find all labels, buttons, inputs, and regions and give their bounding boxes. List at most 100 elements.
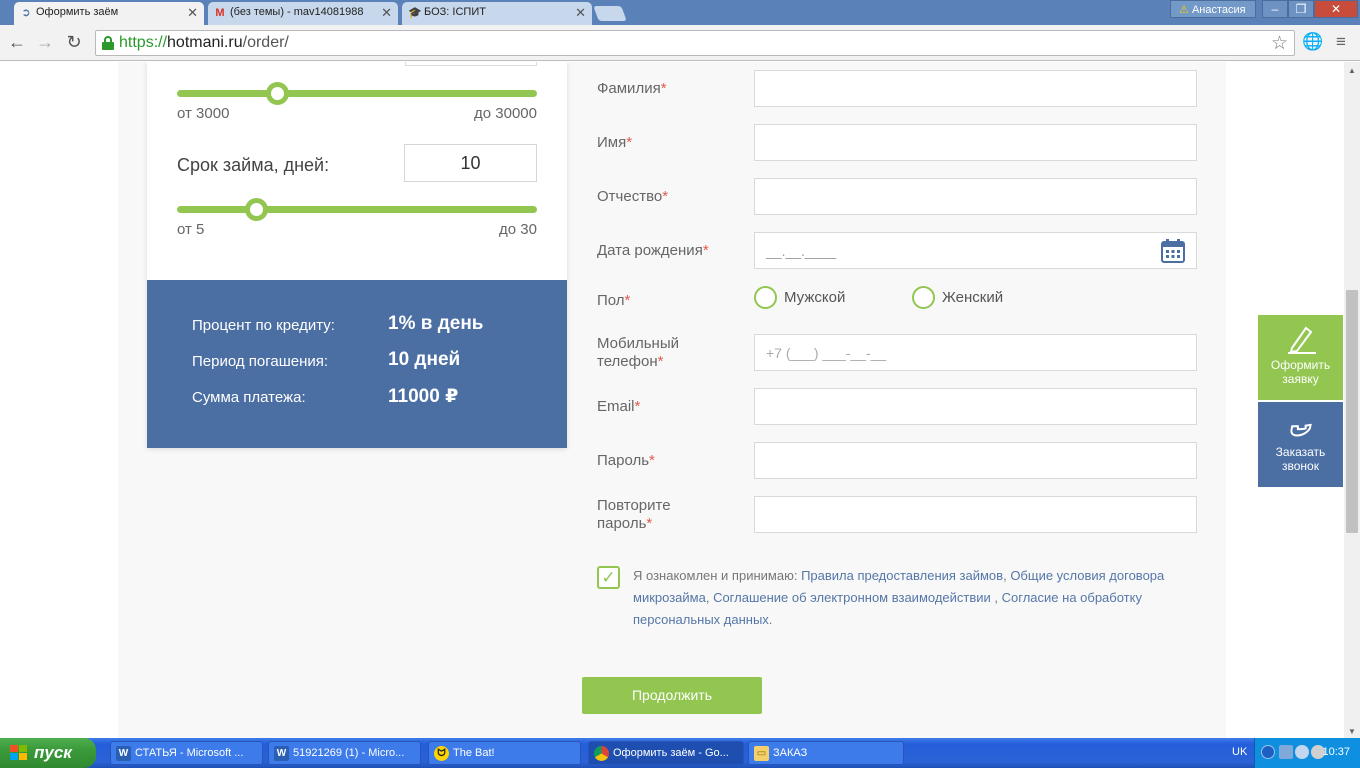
- phone-input[interactable]: +7 (___) ___-__-__: [754, 334, 1197, 371]
- surname-input[interactable]: [754, 70, 1197, 107]
- loan-summary: Процент по кредиту: 1% в день Период пог…: [147, 280, 567, 448]
- callback-button[interactable]: Заказать звонок: [1258, 402, 1343, 487]
- reload-button[interactable]: ↻: [63, 31, 85, 53]
- term-min-label: от 5: [177, 221, 205, 238]
- e-agreement-link[interactable]: Соглашение об электронном взаимодействии: [713, 590, 991, 605]
- interest-label: Процент по кредиту:: [192, 317, 335, 334]
- email-label: Email*: [597, 398, 641, 415]
- payment-label: Сумма платежа:: [192, 389, 306, 406]
- close-icon[interactable]: ✕: [187, 5, 198, 21]
- tab-gmail[interactable]: M (без темы) - mav14081988 ✕: [208, 2, 398, 25]
- start-label: пуск: [34, 743, 72, 762]
- term-slider[interactable]: [177, 198, 537, 221]
- task-chrome[interactable]: Оформить заём - Go...: [588, 741, 744, 765]
- close-icon[interactable]: ✕: [575, 5, 586, 21]
- gender-male-radio[interactable]: [754, 286, 777, 309]
- name-input[interactable]: [754, 124, 1197, 161]
- tab-exam[interactable]: 🎓 БОЗ: ІСПИТ ✕: [402, 2, 592, 25]
- gender-female-radio[interactable]: [912, 286, 935, 309]
- back-button[interactable]: ←: [6, 31, 28, 53]
- scroll-down-icon[interactable]: ▼: [1348, 727, 1356, 736]
- new-tab-button[interactable]: [593, 6, 627, 21]
- password-input[interactable]: [754, 442, 1197, 479]
- name-label: Имя*: [597, 134, 633, 151]
- email-input[interactable]: [754, 388, 1197, 425]
- term-label: Срок займа, дней:: [177, 155, 330, 175]
- apply-label-1: Оформить: [1270, 358, 1331, 372]
- window-close-button[interactable]: ✕: [1314, 0, 1358, 18]
- page-scrollbar[interactable]: ▲ ▼: [1344, 62, 1360, 738]
- warning-icon: ⚠: [1179, 4, 1189, 16]
- chrome-icon: [594, 746, 609, 761]
- birthdate-label: Дата рождения*: [597, 242, 709, 259]
- period-value: 10 дней: [388, 349, 461, 370]
- tab-order[interactable]: ➲ Оформить заём ✕: [14, 2, 204, 26]
- site-favicon-icon: ➲: [21, 7, 31, 19]
- phone-label: Мобильный телефон*: [597, 335, 679, 370]
- system-tray: 10:37: [1254, 738, 1360, 768]
- phone-placeholder: +7 (___) ___-__-__: [766, 345, 887, 361]
- bookmark-star-icon[interactable]: ☆: [1271, 32, 1288, 55]
- gender-male-label[interactable]: Мужской: [784, 289, 845, 306]
- lock-icon: [102, 36, 114, 50]
- amount-min-label: от 3000: [177, 105, 230, 122]
- password-label: Пароль*: [597, 452, 655, 469]
- tab-title: Оформить заём: [36, 6, 119, 18]
- amount-max-label: до 30000: [474, 105, 537, 122]
- page-viewport: от 3000 до 30000 Срок займа, дней: 10 от…: [0, 62, 1344, 738]
- agreement-text: Я ознакомлен и принимаю: Правила предост…: [633, 568, 1165, 627]
- start-button[interactable]: пуск: [0, 738, 96, 768]
- amount-input[interactable]: [405, 62, 537, 66]
- callback-label-2: звонок: [1282, 459, 1319, 473]
- rules-link[interactable]: Правила предоставления займов: [801, 568, 1003, 583]
- term-max-label: до 30: [499, 221, 537, 238]
- patronymic-label: Отчество*: [597, 188, 669, 205]
- browser-tabbar: ➲ Оформить заём ✕ M (без темы) - mav1408…: [0, 0, 1360, 26]
- bat-icon: ᗢ: [434, 746, 449, 761]
- period-label: Период погашения:: [192, 353, 329, 370]
- phone-icon: [1289, 423, 1312, 437]
- address-bar[interactable]: https://hotmani.ru/order/ ☆: [95, 30, 1295, 56]
- word-icon: W: [274, 746, 289, 761]
- agreement-checkbox[interactable]: ✓: [597, 566, 620, 589]
- gender-female-label[interactable]: Женский: [942, 289, 1003, 306]
- task-word-1[interactable]: W СТАТЬЯ - Microsoft ...: [110, 741, 263, 765]
- calendar-icon[interactable]: [1160, 238, 1186, 264]
- tab-title: (без темы) - mav14081988: [230, 6, 364, 18]
- birthdate-input[interactable]: __.__.____: [754, 232, 1197, 269]
- network-icon[interactable]: [1279, 745, 1293, 759]
- payment-value: 11000 ₽: [388, 386, 459, 407]
- translate-icon[interactable]: 🌐: [1302, 32, 1323, 52]
- scroll-up-icon[interactable]: ▲: [1348, 66, 1356, 75]
- amount-slider-thumb[interactable]: [266, 82, 290, 105]
- task-thebat[interactable]: ᗢ The Bat!: [428, 741, 581, 765]
- task-folder[interactable]: ▭ ЗАКАЗ: [748, 741, 904, 765]
- birthdate-placeholder: __.__.____: [766, 243, 837, 259]
- folder-icon: ▭: [754, 746, 769, 761]
- menu-icon[interactable]: ≡: [1336, 32, 1346, 52]
- term-slider-thumb[interactable]: [244, 198, 268, 221]
- gmail-icon: M: [215, 7, 225, 19]
- continue-button[interactable]: Продолжить: [582, 677, 762, 714]
- word-icon: W: [116, 746, 131, 761]
- restore-button[interactable]: ❐: [1288, 0, 1314, 18]
- tray-expand-icon[interactable]: [1261, 745, 1275, 759]
- surname-label: Фамилия*: [597, 80, 667, 97]
- language-indicator[interactable]: UK: [1232, 746, 1247, 758]
- interest-value: 1% в день: [388, 313, 484, 334]
- minimize-button[interactable]: –: [1262, 0, 1288, 18]
- apply-button[interactable]: Оформить заявку: [1258, 315, 1343, 400]
- amount-slider[interactable]: [177, 82, 537, 105]
- profile-button[interactable]: ⚠ Анастасия: [1170, 0, 1256, 18]
- scroll-thumb[interactable]: [1346, 290, 1358, 533]
- password-repeat-input[interactable]: [754, 496, 1197, 533]
- forward-button[interactable]: →: [34, 31, 56, 53]
- volume-icon[interactable]: [1295, 745, 1309, 759]
- close-icon[interactable]: ✕: [381, 5, 392, 21]
- term-input[interactable]: 10: [404, 144, 537, 182]
- pen-icon: [1287, 326, 1316, 354]
- task-word-2[interactable]: W 51921269 (1) - Micro...: [268, 741, 421, 765]
- windows-taskbar: пуск W СТАТЬЯ - Microsoft ... W 51921269…: [0, 738, 1360, 768]
- patronymic-input[interactable]: [754, 178, 1197, 215]
- password-repeat-label: Повторите пароль*: [597, 497, 671, 532]
